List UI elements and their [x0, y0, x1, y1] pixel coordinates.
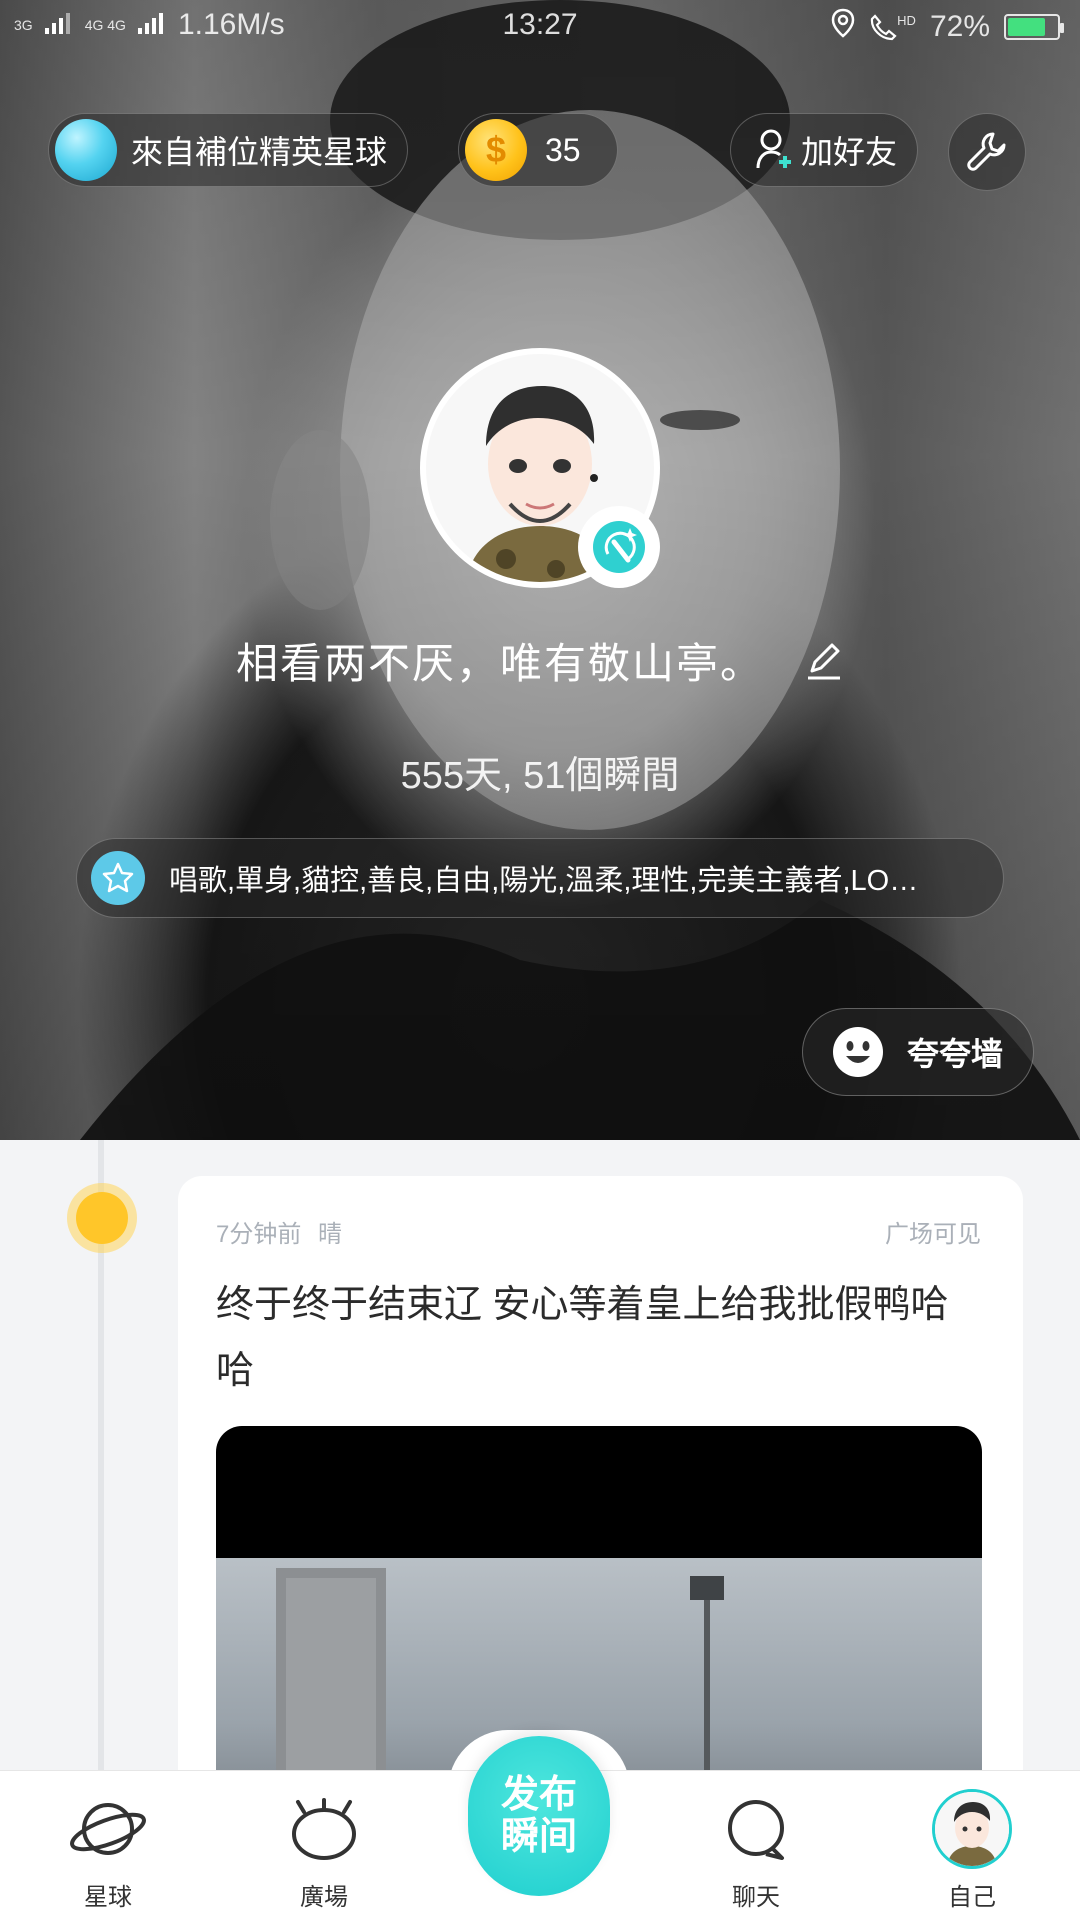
battery-percent: 72%: [929, 10, 990, 43]
publish-moment-button[interactable]: 发布 瞬间: [468, 1736, 610, 1896]
tab-self-label: 自己: [948, 1884, 996, 1911]
post-text: 终于终于结束辽 安心等着皇上给我批假鸭哈哈: [216, 1284, 949, 1392]
post-image[interactable]: [216, 1426, 982, 1780]
chat-tab-icon: [716, 1789, 796, 1869]
add-friend-button[interactable]: 加好友: [730, 113, 918, 187]
tags-text: 唱歌,單身,貓控,善良,自由,陽光,溫柔,理性,完美主義者,LO…: [169, 865, 919, 897]
location-icon: [831, 8, 855, 46]
home-planet-button[interactable]: 來自補位精英星球: [48, 113, 408, 187]
profile-stats: 555天, 51個瞬間: [400, 755, 680, 797]
post-time: 7分钟前: [216, 1221, 302, 1248]
magic-wand-icon: [590, 518, 648, 576]
tab-planet-label: 星球: [84, 1884, 132, 1911]
tab-square[interactable]: 廣場: [254, 1789, 394, 1912]
hd-label: HD: [897, 13, 916, 28]
planet-icon: [55, 119, 117, 181]
moments-feed[interactable]: 7分钟前 晴 广场可见 终于终于结束辽 安心等着皇上给我批假鸭哈哈: [0, 1140, 1080, 1780]
hd-call-icon: HD: [869, 13, 916, 41]
tab-self[interactable]: 自己: [902, 1789, 1042, 1912]
coin-count: 35: [545, 131, 581, 168]
motto-text: 相看两不厌，唯有敬山亭。: [235, 640, 764, 687]
settings-button[interactable]: [948, 113, 1026, 191]
moment-card[interactable]: 7分钟前 晴 广场可见 终于终于结束辽 安心等着皇上给我批假鸭哈哈: [178, 1176, 1023, 1780]
status-bar: 3G 4G 4G 1.16M/s 13:27 HD 72%: [0, 0, 1080, 60]
tab-chat-label: 聊天: [732, 1884, 780, 1911]
interest-tags-bar[interactable]: 唱歌,單身,貓控,善良,自由,陽光,溫柔,理性,完美主義者,LO…: [76, 838, 1004, 918]
smile-icon: [831, 1025, 885, 1079]
coins-button[interactable]: $ 35: [458, 113, 618, 187]
post-meta: 7分钟前 晴: [216, 1214, 342, 1249]
motto-row: 相看两不厌，唯有敬山亭。: [0, 630, 1080, 691]
publish-label-line2: 瞬间: [500, 1816, 577, 1858]
post-visibility: 广场可见: [885, 1221, 981, 1248]
coin-icon: $: [465, 119, 527, 181]
praise-wall-button[interactable]: 夸夸墙: [802, 1008, 1034, 1096]
wrench-icon: [965, 130, 1009, 174]
star-badge-icon: [91, 851, 145, 905]
battery-icon: [1004, 14, 1064, 40]
weather-sun-icon: [76, 1192, 128, 1244]
edit-pencil-icon[interactable]: [804, 641, 844, 681]
planet-tab-icon: [68, 1789, 148, 1869]
tab-chat[interactable]: 聊天: [686, 1789, 826, 1912]
battery-fill: [1008, 18, 1046, 36]
self-tab-avatar: [932, 1789, 1012, 1869]
post-weather: 晴: [318, 1221, 343, 1248]
add-friend-label: 加好友: [801, 134, 898, 170]
tab-square-label: 廣場: [300, 1884, 348, 1911]
square-tab-icon: [284, 1789, 364, 1869]
avatar-magic-button[interactable]: [578, 506, 660, 588]
planet-label: 來自補位精英星球: [131, 134, 388, 170]
add-user-icon: [755, 128, 795, 172]
publish-label-line1: 发布: [500, 1774, 577, 1816]
praise-wall-label: 夸夸墙: [907, 1036, 1004, 1072]
tab-planet[interactable]: 星球: [38, 1789, 178, 1912]
